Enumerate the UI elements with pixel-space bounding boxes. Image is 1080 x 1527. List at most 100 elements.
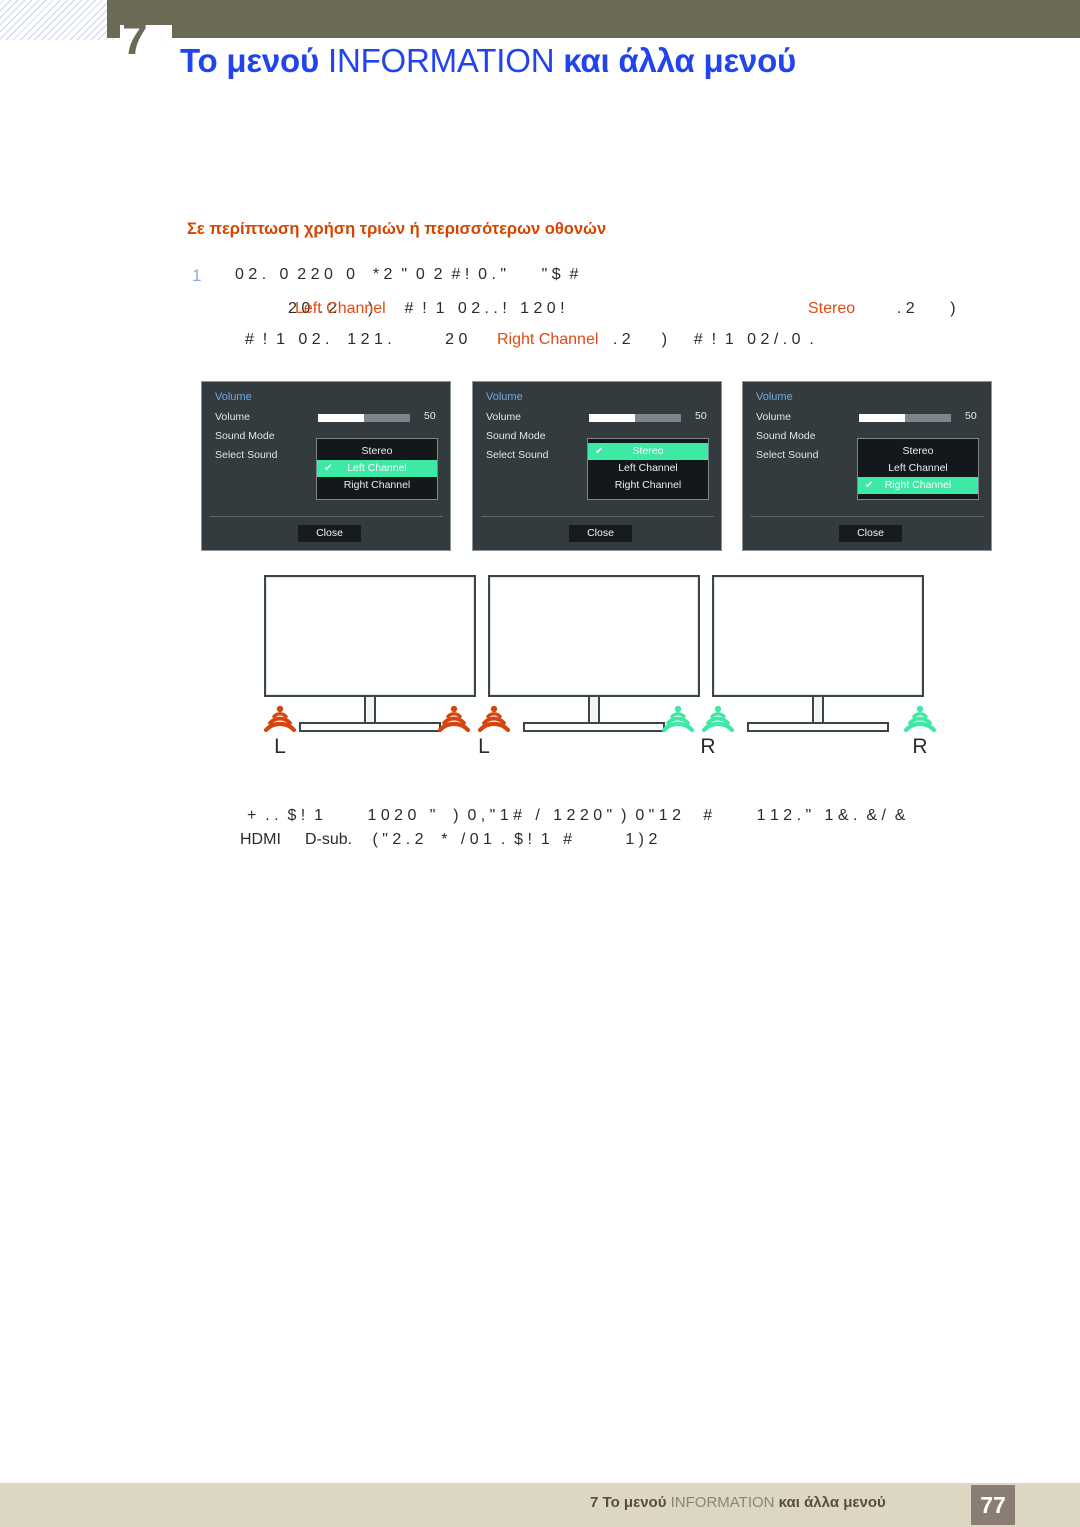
- page-title: Το μενού INFORMATION και άλλα μενού: [180, 42, 1040, 80]
- footer-band-left: [0, 1483, 560, 1527]
- submenu-item-label: Right Channel: [884, 479, 952, 491]
- osd-row-select-sound[interactable]: Select Sound: [756, 449, 818, 461]
- check-icon: ✔: [324, 463, 333, 474]
- section-heading: Σε περίπτωση χρήση τριών ή περισσότερων …: [187, 220, 607, 238]
- highlight-right-channel: Right Channel: [497, 331, 599, 348]
- body-line-3: # ! 1 0 2 . 1 2 1 . 2 0: [245, 331, 468, 348]
- monitor-diagram: L L R R: [255, 575, 955, 775]
- check-icon: ✔: [595, 446, 604, 457]
- submenu-item-label: Right Channel: [343, 479, 411, 491]
- decorative-hatch-pattern: [0, 0, 120, 40]
- submenu-item-label: Stereo: [361, 445, 393, 457]
- speaker-icon-left-2: [477, 703, 511, 737]
- monitor-screen: [488, 575, 700, 697]
- submenu-item-stereo[interactable]: Stereo: [858, 443, 978, 460]
- submenu-item-right-channel[interactable]: Right Channel: [317, 477, 437, 494]
- monitor-neck: [364, 697, 376, 725]
- step-number: 1: [192, 266, 202, 285]
- select-sound-submenu: ✔ Stereo Left Channel Right Channel: [587, 438, 709, 500]
- osd-title: Volume: [756, 391, 793, 403]
- monitor-1: [264, 575, 476, 732]
- osd-divider: [210, 516, 443, 517]
- osd-row-sound-mode[interactable]: Sound Mode: [486, 430, 546, 442]
- check-icon: ✔: [865, 480, 874, 491]
- volume-slider-fill: [318, 414, 364, 422]
- monitor-2: [488, 575, 700, 732]
- highlight-left-channel: Left Channel: [295, 300, 386, 317]
- submenu-item-stereo[interactable]: Stereo: [317, 443, 437, 460]
- submenu-item-left-channel[interactable]: Left Channel: [858, 460, 978, 477]
- note-hdmi-keyword: HDMI: [240, 831, 281, 848]
- note-line-2-rest: ( " 2 . 2 * / 0 1 . $ ! 1 # 1 ) 2: [368, 831, 658, 848]
- speaker-icon-left-1: [263, 703, 297, 737]
- volume-value: 50: [965, 410, 977, 422]
- volume-slider[interactable]: [589, 414, 681, 422]
- monitor-neck: [812, 697, 824, 725]
- volume-slider-fill: [859, 414, 905, 422]
- osd-panel-left-channel: Volume Volume Sound Mode Select Sound 50…: [201, 381, 451, 551]
- osd-title: Volume: [215, 391, 252, 403]
- monitor-screen: [712, 575, 924, 697]
- osd-row-volume[interactable]: Volume: [756, 411, 791, 423]
- speaker-icon-right-1a: [661, 703, 695, 737]
- osd-row-sound-mode[interactable]: Sound Mode: [756, 430, 816, 442]
- submenu-item-label: Stereo: [632, 445, 664, 457]
- close-button[interactable]: Close: [298, 525, 361, 542]
- submenu-item-stereo[interactable]: ✔ Stereo: [588, 443, 708, 460]
- submenu-item-label: Left Channel: [888, 462, 948, 474]
- speaker-icon-left-2a: [437, 703, 471, 737]
- speaker-icon-right-2: [903, 703, 937, 737]
- chapter-number: 7: [122, 24, 148, 54]
- body-line-1: 0 2 . 0 2 2 0 0 * 2 " 0 2 # ! 0 . " " $ …: [235, 266, 579, 283]
- osd-divider: [751, 516, 984, 517]
- submenu-item-label: Stereo: [902, 445, 934, 457]
- monitor-screen: [264, 575, 476, 697]
- note-dsub-keyword: D-sub.: [305, 831, 353, 848]
- osd-row-volume[interactable]: Volume: [215, 411, 250, 423]
- footer-title-part1: Το μενού: [602, 1494, 671, 1511]
- osd-panel-right-channel: Volume Volume Sound Mode Select Sound 50…: [742, 381, 992, 551]
- header-band: [107, 0, 1080, 38]
- footer-title: 7 Το μενού INFORMATION και άλλα μενού: [590, 1494, 886, 1511]
- note-line-1: + . . $ ! 1 1 0 2 0 " ) 0 , " 1 # / 1 2 …: [247, 807, 906, 824]
- speaker-icon-right-1: [701, 703, 735, 737]
- close-button[interactable]: Close: [569, 525, 632, 542]
- body-line-2-post: . 2 ): [888, 300, 956, 317]
- submenu-item-right-channel[interactable]: Right Channel: [588, 477, 708, 494]
- osd-row-volume[interactable]: Volume: [486, 411, 521, 423]
- submenu-item-label: Left Channel: [347, 462, 407, 474]
- osd-title: Volume: [486, 391, 523, 403]
- close-button[interactable]: Close: [839, 525, 902, 542]
- select-sound-submenu: Stereo ✔ Left Channel Right Channel: [316, 438, 438, 500]
- speaker-label-right-2: R: [912, 735, 928, 758]
- monitor-3: [712, 575, 924, 732]
- highlight-stereo: Stereo: [808, 300, 856, 317]
- speaker-label-left-1: L: [274, 735, 286, 758]
- monitor-base: [747, 722, 889, 732]
- volume-value: 50: [695, 410, 707, 422]
- page-title-information: INFORMATION: [327, 42, 555, 79]
- footer-title-part2: και άλλα μενού: [774, 1494, 886, 1511]
- osd-divider: [481, 516, 714, 517]
- volume-slider-fill: [589, 414, 635, 422]
- osd-row-select-sound[interactable]: Select Sound: [486, 449, 548, 461]
- osd-row-select-sound[interactable]: Select Sound: [215, 449, 277, 461]
- monitor-neck: [588, 697, 600, 725]
- submenu-item-label: Left Channel: [618, 462, 678, 474]
- body-line-3-post: . 2 ) # ! 1 0 2 / . 0 .: [604, 331, 814, 348]
- monitor-base: [299, 722, 441, 732]
- page-title-part2: και άλλα μενού: [554, 42, 797, 79]
- volume-value: 50: [424, 410, 436, 422]
- volume-slider[interactable]: [859, 414, 951, 422]
- submenu-item-right-channel[interactable]: ✔ Right Channel: [858, 477, 978, 494]
- volume-slider[interactable]: [318, 414, 410, 422]
- footer-title-information: INFORMATION: [670, 1494, 775, 1511]
- speaker-label-left-2: L: [478, 735, 490, 758]
- submenu-item-left-channel[interactable]: Left Channel: [588, 460, 708, 477]
- footer-chapter: 7: [590, 1494, 599, 1511]
- page-title-part1: Το μενού: [180, 42, 328, 79]
- page-number-box: 77: [971, 1485, 1015, 1525]
- osd-row-sound-mode[interactable]: Sound Mode: [215, 430, 275, 442]
- submenu-item-left-channel[interactable]: ✔ Left Channel: [317, 460, 437, 477]
- speaker-label-right-1: R: [700, 735, 716, 758]
